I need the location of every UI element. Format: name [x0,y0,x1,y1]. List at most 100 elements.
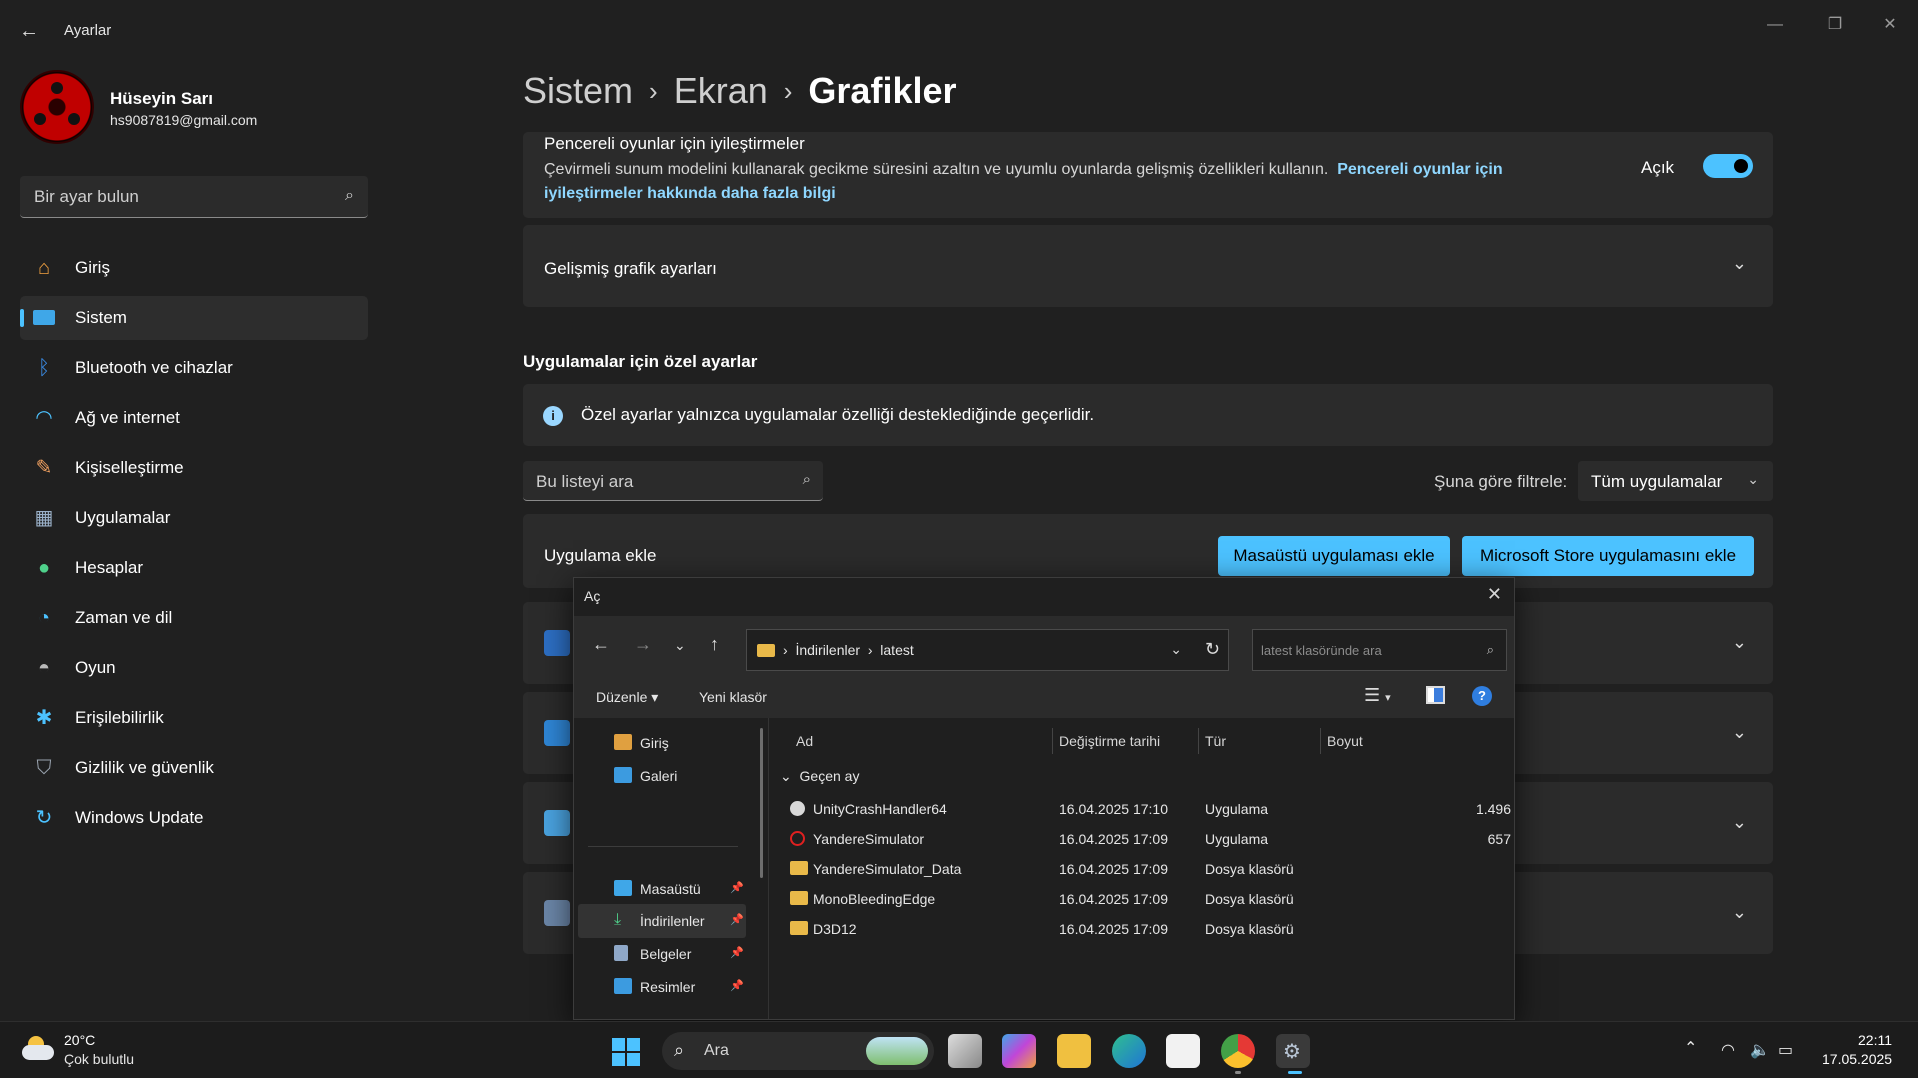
sidebar-item-accounts[interactable]: ● Hesaplar [20,546,368,590]
up-arrow-icon[interactable]: ↑ [710,634,719,655]
sidebar-item-accessibility[interactable]: ✱ Erişilebilirlik [20,696,368,740]
app-list-search-input[interactable]: Bu listeyi ara ⌕ [523,461,823,501]
running-indicator [1235,1071,1241,1074]
task-view-icon[interactable] [948,1034,982,1068]
clock-date[interactable]: 17.05.2025 [1822,1051,1892,1067]
sidebar-item-bluetooth[interactable]: ᛒ Bluetooth ve cihazlar [20,346,368,390]
view-options-icon[interactable]: ☰ ▾ [1364,685,1391,706]
windows-start-icon[interactable] [612,1038,640,1066]
help-icon[interactable]: ? [1472,686,1492,706]
column-header-size[interactable]: Boyut [1320,728,1363,754]
file-type: Dosya klasörü [1205,891,1294,907]
file-row[interactable]: D3D12 16.04.2025 17:09 Dosya klasörü [770,914,1514,944]
wifi-icon: ◠ [35,407,53,429]
address-bar[interactable]: › İndirilenler › latest ⌄ ↻ [746,629,1229,671]
preview-pane-icon[interactable] [1426,686,1445,704]
pin-icon: 📌 [730,947,744,959]
system-icon [32,306,56,330]
taskbar-search-box[interactable]: ⌕ Ara [662,1032,934,1070]
sidebar-item-time-language[interactable]: ◔ Zaman ve dil [20,596,368,640]
sidebar-item-network[interactable]: ◠ Ağ ve internet [20,396,368,440]
sidebar-item-apps[interactable]: ▦ Uygulamalar [20,496,368,540]
column-header-name[interactable]: Ad [790,728,813,754]
file-row[interactable]: YandereSimulator 16.04.2025 17:09 Uygula… [770,824,1514,854]
sidebar-item-privacy[interactable]: ⛉ Gizlilik ve güvenlik [20,746,368,790]
tree-item-label: Giriş [640,735,669,751]
yandere-app-icon [790,831,805,846]
volume-icon[interactable]: 🔈 [1750,1040,1770,1060]
update-icon: ↻ [35,807,53,829]
breadcrumb: Sistem › Ekran › Grafikler [523,70,957,112]
pin-icon: 📌 [730,914,744,926]
refresh-icon[interactable]: ↻ [1205,639,1220,660]
address-dropdown-icon[interactable]: ⌄ [1170,641,1182,658]
tree-item-home[interactable]: Giriş [578,726,746,760]
avatar[interactable] [20,70,94,144]
documents-icon [614,945,628,961]
dialog-nav-bar: ← → ⌄ ↑ › İndirilenler › latest ⌄ ↻ late… [574,616,1514,676]
add-desktop-app-button[interactable]: Masaüstü uygulaması ekle [1218,536,1450,576]
close-button[interactable]: ✕ [1868,10,1912,40]
path-segment-downloads[interactable]: İndirilenler [795,642,860,658]
folder-search-input[interactable]: latest klasöründe ara ⌕ [1252,629,1507,671]
sidebar-item-personalization[interactable]: ✎ Kişiselleştirme [20,446,368,490]
sidebar-item-gaming[interactable]: ◓ Oyun [20,646,368,690]
file-date: 16.04.2025 17:09 [1059,891,1168,907]
tree-item-downloads[interactable]: ⤓ İndirilenler 📌 [578,904,746,938]
search-icon: ⌕ [345,187,354,204]
title-bar: ← Ayarlar — ❐ ✕ [0,0,1918,60]
microsoft-store-icon[interactable] [1166,1034,1200,1068]
sidebar-item-label: Gizlilik ve güvenlik [75,758,214,777]
group-header[interactable]: ⌄ Geçen ay [780,768,859,785]
shield-icon: ⛉ [36,757,52,779]
sidebar-item-system[interactable]: Sistem [20,296,368,340]
back-arrow-icon[interactable]: ← [14,16,44,46]
dialog-close-button[interactable]: ✕ [1487,584,1502,605]
breadcrumb-display[interactable]: Ekran [674,70,768,111]
dialog-title: Aç [584,588,601,604]
app-icon [544,630,570,656]
cloudy-sun-icon[interactable] [22,1036,54,1062]
weather-temperature[interactable]: 20°C [64,1032,95,1048]
tree-item-documents[interactable]: Belgeler 📌 [578,937,746,971]
settings-gear-icon[interactable]: ⚙ [1276,1034,1310,1068]
tree-item-gallery[interactable]: Galeri [578,759,746,793]
recent-locations-chevron-icon[interactable]: ⌄ [674,637,686,654]
windowed-games-toggle[interactable] [1703,154,1753,178]
add-app-label: Uygulama ekle [544,546,657,565]
address-path: › İndirilenler › latest [783,642,914,658]
tree-item-pictures[interactable]: Resimler 📌 [578,970,746,1004]
file-row[interactable]: YandereSimulator_Data 16.04.2025 17:09 D… [770,854,1514,884]
breadcrumb-system[interactable]: Sistem [523,70,633,111]
battery-icon[interactable]: ▭ [1778,1040,1793,1060]
open-file-dialog: Aç ✕ ← → ⌄ ↑ › İndirilenler › latest ⌄ ↻… [573,577,1515,1020]
column-header-type[interactable]: Tür [1198,728,1226,754]
show-hidden-icons-chevron-icon[interactable]: ⌃ [1684,1038,1697,1058]
sidebar-item-home[interactable]: ⌂ Giriş [20,246,368,290]
clock-time[interactable]: 22:11 [1858,1032,1892,1048]
tree-item-desktop[interactable]: Masaüstü 📌 [578,872,746,906]
tree-scrollbar[interactable] [760,728,763,878]
column-header-date[interactable]: Değiştirme tarihi [1052,728,1160,754]
maximize-button[interactable]: ❐ [1813,10,1857,40]
chrome-icon[interactable] [1221,1034,1255,1068]
organize-menu[interactable]: Düzenle ▾ [596,689,658,706]
weather-description[interactable]: Çok bulutlu [64,1051,134,1067]
new-folder-button[interactable]: Yeni klasör [699,689,767,705]
sidebar-item-windows-update[interactable]: ↻ Windows Update [20,796,368,840]
copilot-icon[interactable] [1002,1034,1036,1068]
minimize-button[interactable]: — [1753,10,1797,40]
wifi-icon[interactable]: ◠ [1721,1040,1735,1060]
settings-search-input[interactable]: Bir ayar bulun ⌕ [20,176,368,218]
unity-app-icon [790,801,805,816]
back-arrow-icon[interactable]: ← [592,634,610,655]
add-store-app-button[interactable]: Microsoft Store uygulamasını ekle [1462,536,1754,576]
forward-arrow-icon[interactable]: → [634,634,652,655]
path-segment-latest[interactable]: latest [880,642,913,658]
file-explorer-icon[interactable] [1057,1034,1091,1068]
advanced-graphics-card[interactable]: Gelişmiş grafik ayarları ⌄ [523,225,1773,307]
edge-icon[interactable] [1112,1034,1146,1068]
filter-dropdown[interactable]: Tüm uygulamalar ⌄ [1578,461,1773,501]
file-row[interactable]: UnityCrashHandler64 16.04.2025 17:10 Uyg… [770,794,1514,824]
file-row[interactable]: MonoBleedingEdge 16.04.2025 17:09 Dosya … [770,884,1514,914]
